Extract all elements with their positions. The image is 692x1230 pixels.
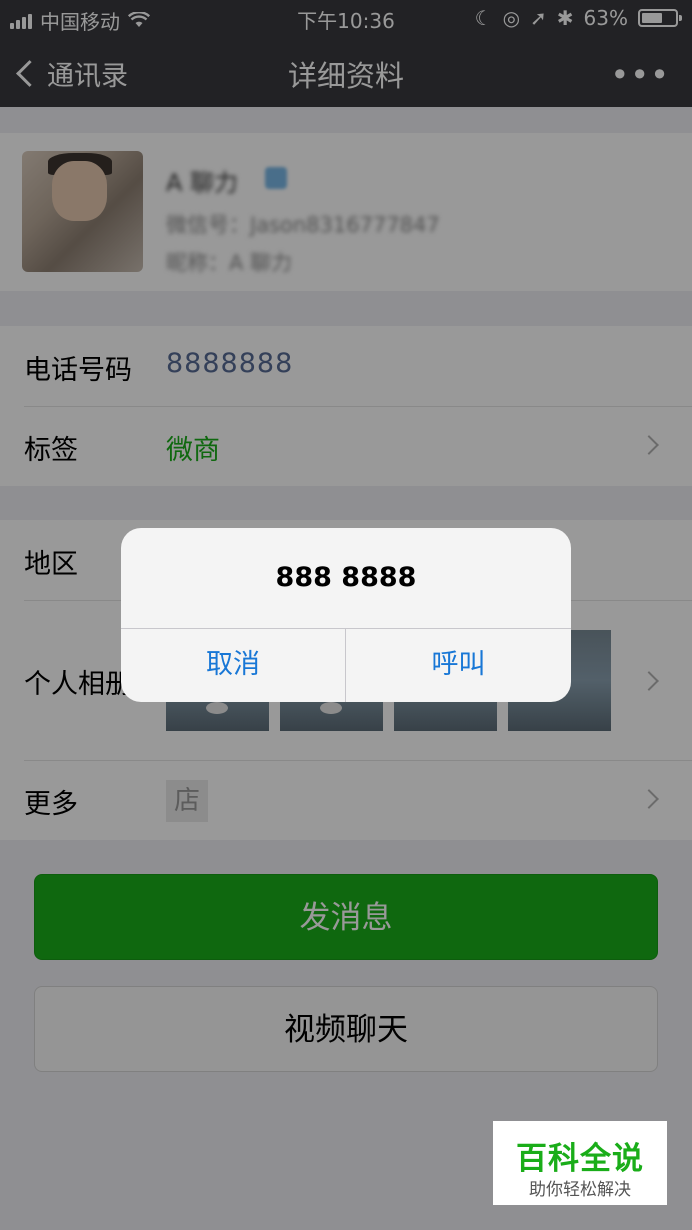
watermark-subtitle: 助你轻松解决 (529, 1180, 631, 1200)
call-alert-dialog: 888 8888 取消 呼叫 (121, 528, 571, 702)
watermark-title: 百科全说 (516, 1141, 644, 1177)
call-button[interactable]: 呼叫 (346, 628, 571, 702)
alert-phone-number: 888 8888 (275, 562, 417, 593)
watermark-logo: 百科全说 助你轻松解决 (493, 1121, 667, 1205)
cancel-button[interactable]: 取消 (121, 628, 345, 702)
